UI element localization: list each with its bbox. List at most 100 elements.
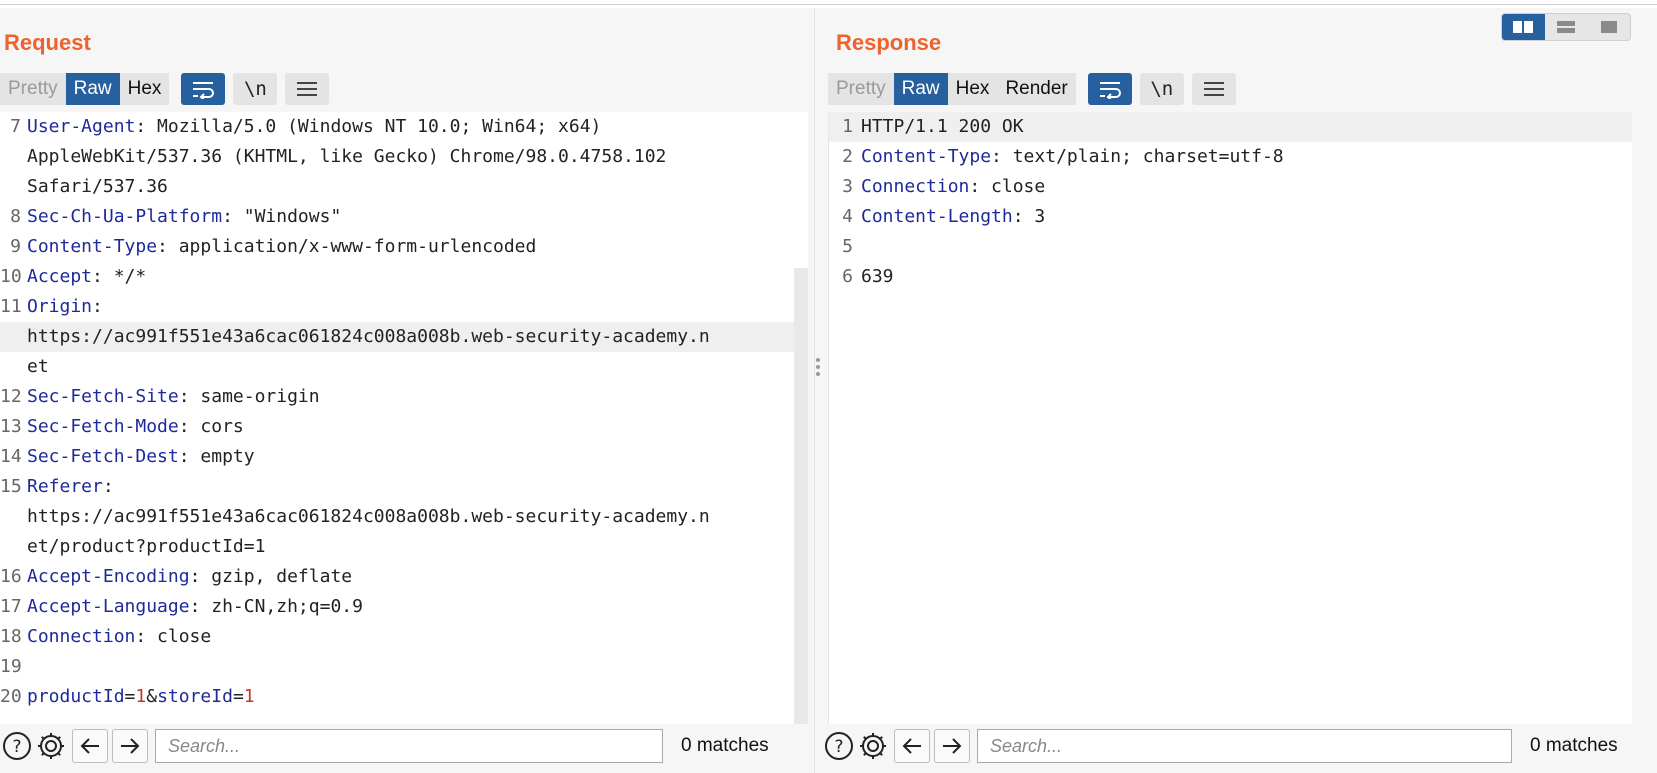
header-value: : gzip, deflate — [189, 566, 353, 587]
request-tab-raw[interactable]: Raw — [65, 73, 120, 105]
wrap-lines-icon — [193, 82, 215, 99]
layout-toggle-group — [1501, 13, 1631, 41]
layout-tabs-button[interactable] — [1587, 14, 1630, 40]
param-separator: & — [146, 686, 158, 707]
code-line: AppleWebKit/537.36 (KHTML, like Gecko) C… — [0, 142, 808, 172]
panel-splitter[interactable] — [814, 8, 822, 773]
line-number: 8 — [10, 206, 21, 227]
line-content: Sec-Fetch-Mode: cors — [27, 412, 808, 442]
line-content: AppleWebKit/537.36 (KHTML, like Gecko) C… — [27, 142, 808, 172]
response-search-bar: ? 0 matches — [822, 726, 1618, 766]
response-tab-render[interactable]: Render — [997, 73, 1076, 105]
line-content: Safari/537.36 — [27, 172, 808, 202]
line-text: HTTP/1.1 200 OK — [861, 116, 1024, 137]
line-content: 639 — [861, 262, 1632, 292]
request-editor-scrollbar[interactable] — [794, 268, 808, 724]
code-line: 16 Accept-Encoding: gzip, deflate — [0, 562, 808, 592]
request-search-next-button[interactable] — [112, 729, 148, 763]
line-content: et — [27, 352, 808, 382]
header-value: : 3 — [1012, 206, 1046, 227]
response-editor[interactable]: 1 HTTP/1.1 200 OK 2 Content-Type: text/plai… — [828, 112, 1632, 724]
response-menu-button[interactable] — [1191, 73, 1236, 105]
line-number: 10 — [0, 266, 22, 287]
request-search-settings-button[interactable] — [34, 729, 68, 763]
response-view-tabs: Pretty Raw Hex Render — [828, 73, 1076, 105]
request-search-input[interactable] — [155, 729, 663, 763]
code-line: 4 Content-Length: 3 — [829, 202, 1632, 232]
line-text: 639 — [861, 266, 894, 287]
line-content: Referer: — [27, 472, 808, 502]
code-line: 15 Referer: — [0, 472, 808, 502]
line-content: Connection: close — [861, 172, 1632, 202]
request-help-button[interactable]: ? — [0, 729, 34, 763]
header-value: : */* — [92, 266, 147, 287]
line-number: 13 — [0, 416, 22, 437]
line-number: 16 — [0, 566, 22, 587]
request-show-newlines-button[interactable]: \n — [233, 73, 278, 105]
response-match-count: 0 matches — [1530, 735, 1618, 756]
header-value: : text/plain; charset=utf-8 — [991, 146, 1284, 167]
request-menu-button[interactable] — [285, 73, 330, 105]
response-search-input[interactable] — [977, 729, 1512, 763]
header-value: : application/x-www-form-urlencoded — [157, 236, 537, 257]
line-content: Content-Type: application/x-www-form-url… — [27, 232, 808, 262]
layout-stacked-icon — [1557, 21, 1575, 33]
line-content: Sec-Fetch-Dest: empty — [27, 442, 808, 472]
line-content: Accept-Language: zh-CN,zh;q=0.9 — [27, 592, 808, 622]
request-search-bar: ? 0 matches — [0, 726, 769, 766]
request-view-toolbar: Pretty Raw Hex \n — [0, 72, 330, 106]
header-value: : — [92, 296, 103, 317]
request-editor[interactable]: 7 User-Agent: Mozilla/5.0 (Windows NT 10.… — [0, 112, 808, 724]
param-value: 1 — [135, 686, 147, 707]
header-name: Sec-Fetch-Site — [27, 386, 179, 407]
response-wrap-lines-button[interactable] — [1087, 73, 1132, 105]
code-line: et/product?productId=1 — [0, 532, 808, 562]
request-tab-hex[interactable]: Hex — [119, 73, 170, 105]
header-value: : empty — [178, 446, 255, 467]
line-text: AppleWebKit/537.36 (KHTML, like Gecko) C… — [27, 146, 667, 167]
header-value: : close — [969, 176, 1046, 197]
header-name: Connection — [861, 176, 970, 197]
line-number — [0, 532, 27, 562]
code-line: 2 Content-Type: text/plain; charset=utf-8 — [829, 142, 1632, 172]
line-content: Sec-Fetch-Site: same-origin — [27, 382, 808, 412]
svg-text:?: ? — [12, 737, 21, 757]
code-line: 13 Sec-Fetch-Mode: cors — [0, 412, 808, 442]
response-show-newlines-button[interactable]: \n — [1139, 73, 1184, 105]
line-content: Accept: */* — [27, 262, 808, 292]
line-content: Content-Type: text/plain; charset=utf-8 — [861, 142, 1632, 172]
line-number: 6 — [842, 266, 853, 287]
header-value: : Mozilla/5.0 (Windows NT 10.0; Win64; x… — [135, 116, 602, 137]
response-search-previous-button[interactable] — [894, 729, 930, 763]
layout-stacked-button[interactable] — [1545, 14, 1588, 40]
request-match-count: 0 matches — [681, 735, 769, 756]
arrow-left-icon — [902, 738, 921, 754]
request-tab-pretty[interactable]: Pretty — [0, 73, 66, 105]
window-top-border — [0, 4, 1657, 5]
response-tab-pretty[interactable]: Pretty — [828, 73, 894, 105]
line-number: 3 — [842, 176, 853, 197]
header-value: : "Windows" — [222, 206, 342, 227]
response-tab-hex[interactable]: Hex — [947, 73, 998, 105]
line-content: HTTP/1.1 200 OK — [861, 112, 1632, 142]
layout-tabs-icon — [1600, 21, 1617, 33]
code-line: 7 User-Agent: Mozilla/5.0 (Windows NT 10.… — [0, 112, 808, 142]
param-equals: = — [232, 686, 244, 707]
response-title: Response — [836, 30, 942, 55]
help-icon: ? — [3, 732, 31, 760]
gear-icon — [38, 733, 64, 759]
splitter-grip-dot — [816, 365, 820, 369]
layout-side-by-side-button[interactable] — [1502, 14, 1545, 40]
header-name: Referer — [27, 476, 103, 497]
code-line: 3 Connection: close — [829, 172, 1632, 202]
request-wrap-lines-button[interactable] — [181, 73, 226, 105]
response-search-next-button[interactable] — [934, 729, 970, 763]
response-tab-raw[interactable]: Raw — [893, 73, 948, 105]
line-number: 18 — [0, 626, 22, 647]
response-help-button[interactable]: ? — [822, 729, 856, 763]
header-value: : close — [135, 626, 212, 647]
request-search-previous-button[interactable] — [72, 729, 108, 763]
header-value: : — [102, 476, 114, 497]
header-name: Accept-Encoding — [27, 566, 190, 587]
response-search-settings-button[interactable] — [856, 729, 890, 763]
